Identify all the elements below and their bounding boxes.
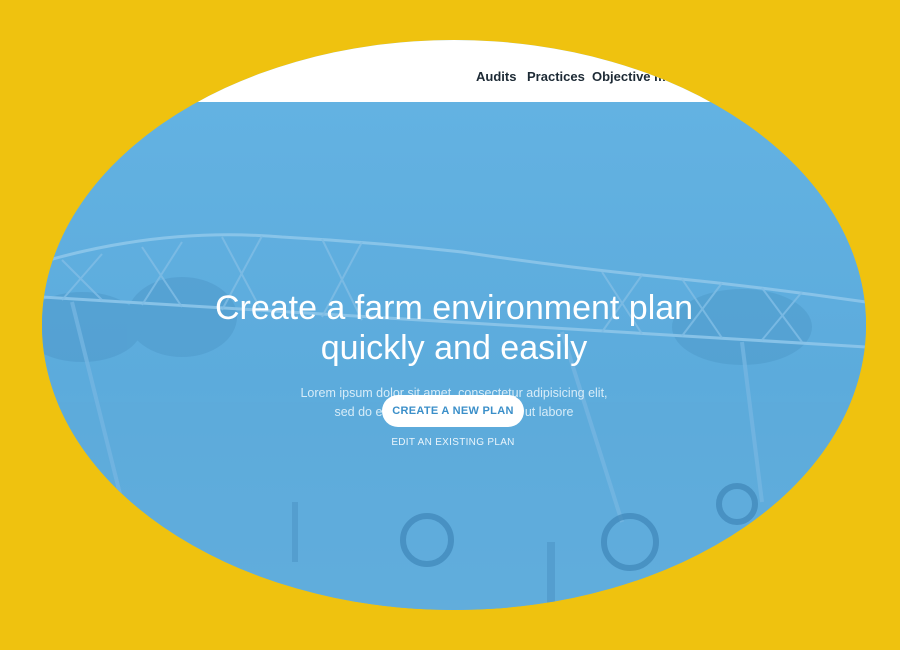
hero-section: Create a farm environment plan quickly a… xyxy=(42,102,866,610)
nav-item-practices[interactable]: Practices xyxy=(527,69,585,84)
edit-existing-plan-link[interactable]: EDIT AN EXISTING PLAN xyxy=(342,437,564,448)
nav-item-objective[interactable]: Objective m xyxy=(592,69,666,84)
oval-viewport: Audits Practices Objective m Create a fa… xyxy=(42,40,866,610)
hero-headline-line2: quickly and easily xyxy=(320,329,588,367)
page-frame: Audits Practices Objective m Create a fa… xyxy=(0,0,900,650)
top-navbar: Audits Practices Objective m xyxy=(42,40,866,102)
hero-headline-line1: Create a farm environment plan xyxy=(214,289,694,327)
create-new-plan-button[interactable]: CREATE A NEW PLAN xyxy=(382,395,524,427)
nav-item-audits[interactable]: Audits xyxy=(476,69,516,84)
